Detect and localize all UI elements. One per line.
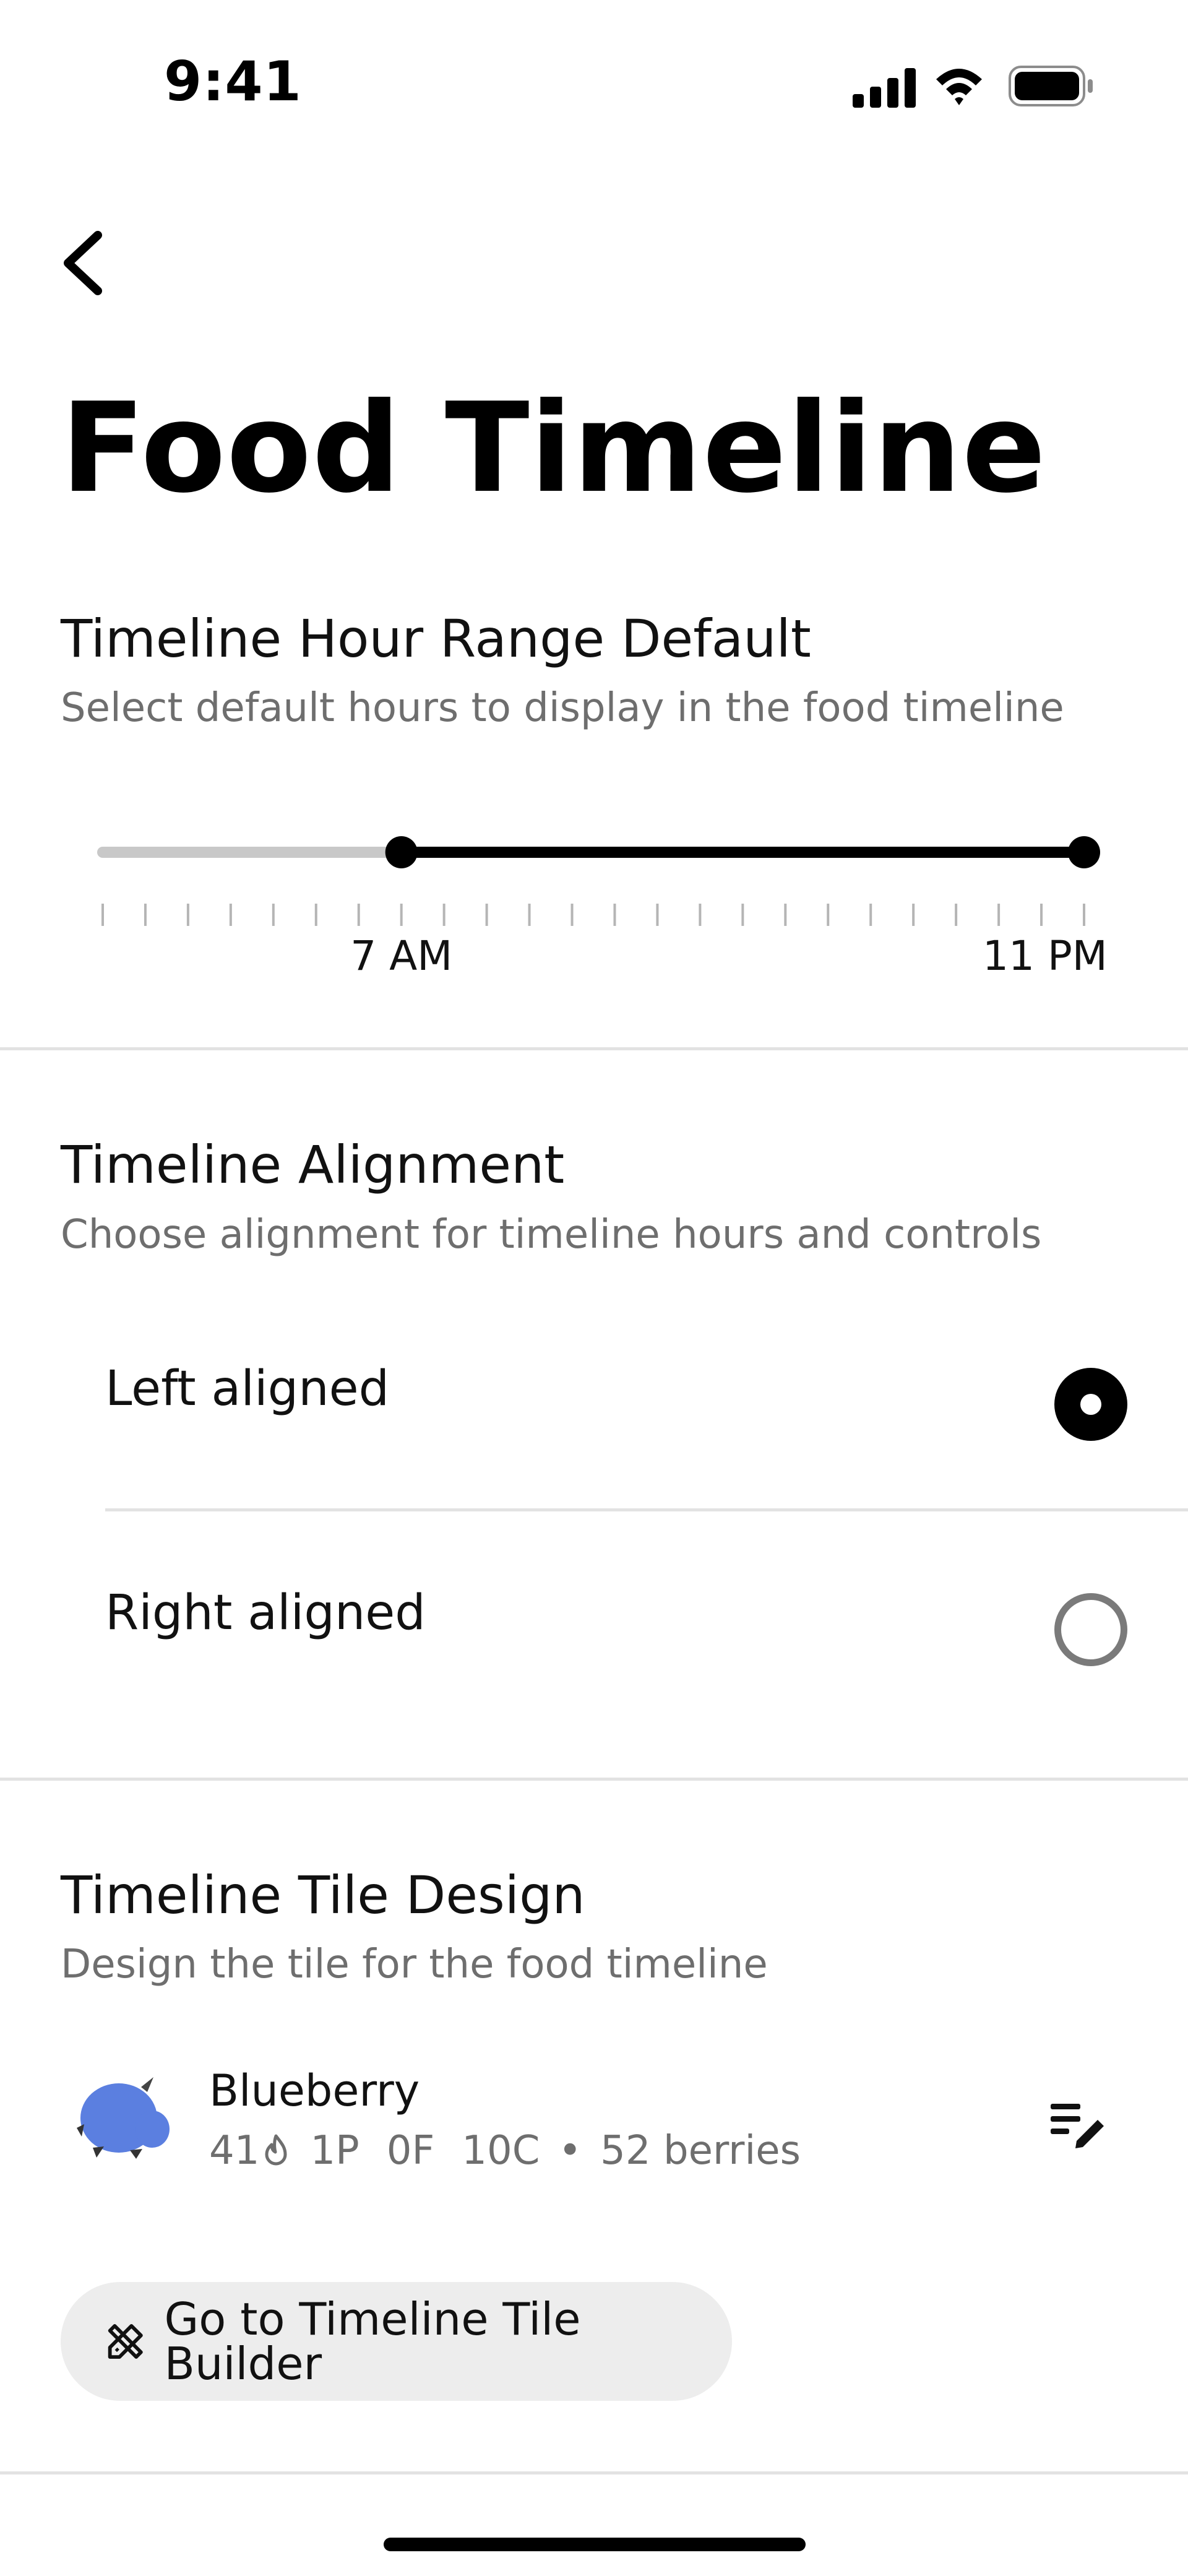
slider-end-thumb[interactable] (1068, 836, 1100, 868)
separator-dot: • (558, 2128, 582, 2174)
hour-range-slider[interactable]: 7 AM 11 PM (93, 829, 1108, 990)
fat-value: 0F (386, 2128, 435, 2174)
battery-icon (1009, 66, 1093, 106)
hour-range-subtitle: Select default hours to display in the f… (61, 685, 1064, 731)
home-indicator (384, 2538, 806, 2551)
section-divider (0, 1778, 1188, 1781)
radio-left-aligned[interactable] (1054, 1368, 1127, 1441)
radio-right-aligned[interactable] (1054, 1593, 1127, 1666)
start-hour-label: 7 AM (350, 932, 453, 980)
option-right-aligned-label[interactable]: Right aligned (105, 1589, 426, 1637)
calories-value: 41 (209, 2128, 260, 2174)
protein-value: 1P (310, 2128, 359, 2174)
option-divider (105, 1508, 1188, 1511)
carbs-value: 10C (462, 2128, 540, 2174)
tile-builder-button[interactable]: Go to Timeline Tile Builder (61, 2282, 732, 2401)
slider-track[interactable] (93, 829, 1108, 990)
alignment-title: Timeline Alignment (61, 1135, 565, 1195)
flame-icon (265, 2134, 287, 2166)
alignment-subtitle: Choose alignment for timeline hours and … (61, 1212, 1042, 1258)
back-chevron-icon[interactable] (54, 229, 110, 297)
end-hour-label: 11 PM (983, 932, 1108, 980)
signal-icon (853, 68, 916, 108)
edit-list-icon[interactable] (1046, 2095, 1108, 2151)
section-divider (0, 2471, 1188, 2474)
tools-icon (108, 2324, 143, 2359)
food-name: Blueberry (209, 2065, 420, 2116)
blueberry-icon (77, 2077, 170, 2159)
slider-start-thumb[interactable] (385, 836, 418, 868)
food-macros: 41 1P 0F 10C • 52 berries (209, 2131, 801, 2171)
option-left-aligned-label[interactable]: Left aligned (105, 1365, 389, 1413)
tile-builder-button-label: Go to Timeline Tile Builder (164, 2293, 581, 2390)
hour-range-title: Timeline Hour Range Default (61, 608, 811, 669)
wifi-icon (936, 69, 982, 105)
status-icons (853, 66, 1093, 108)
page-title: Food Timeline (61, 376, 1047, 521)
section-divider (0, 1047, 1188, 1050)
tile-design-title: Timeline Tile Design (61, 1865, 585, 1926)
tile-design-subtitle: Design the tile for the food timeline (61, 1942, 768, 1987)
status-time: 9:41 (164, 50, 302, 113)
quantity-value: 52 berries (600, 2128, 801, 2174)
